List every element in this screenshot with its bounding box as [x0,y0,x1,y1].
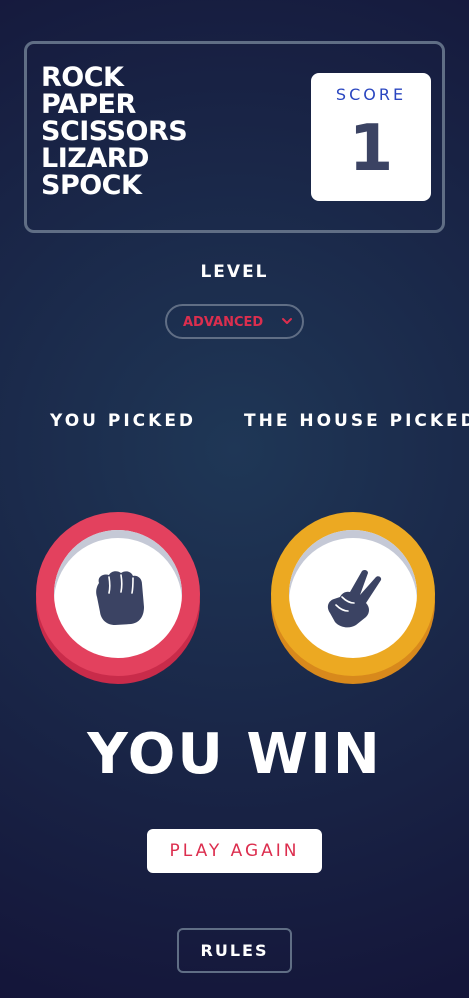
title-line-scissors: SCISSORS [41,116,188,147]
title-line-paper: PAPER [41,89,136,120]
level-label: LEVEL [200,262,269,282]
level-selected-value: ADVANCED [183,315,264,330]
you-picked-label: YOU PICKED [50,411,197,431]
result-text: YOU WIN [87,722,382,787]
house-picked-label: THE HOUSE PICKED [244,411,469,431]
player-pick-token [36,512,200,684]
title-line-lizard: LIZARD [41,143,149,174]
house-pick-token [271,512,435,684]
rock-fist-icon [96,571,144,625]
game-title: ROCK PAPER SCISSORS LIZARD SPOCK [41,62,188,201]
scissors-hand-icon [327,569,382,628]
play-again-button[interactable]: PLAY AGAIN [147,829,322,873]
score-card: SCORE 1 [311,73,431,201]
token-face [54,530,182,658]
score-label: SCORE [335,85,407,104]
score-value: 1 [348,112,394,186]
chevron-down-icon [282,318,292,324]
token-face [289,530,417,658]
rules-button[interactable]: RULES [177,928,292,973]
level-select[interactable]: ADVANCED [165,304,304,339]
title-line-rock: ROCK [41,62,124,93]
header: ROCK PAPER SCISSORS LIZARD SPOCK SCORE 1 [24,41,445,233]
title-line-spock: SPOCK [41,170,142,201]
